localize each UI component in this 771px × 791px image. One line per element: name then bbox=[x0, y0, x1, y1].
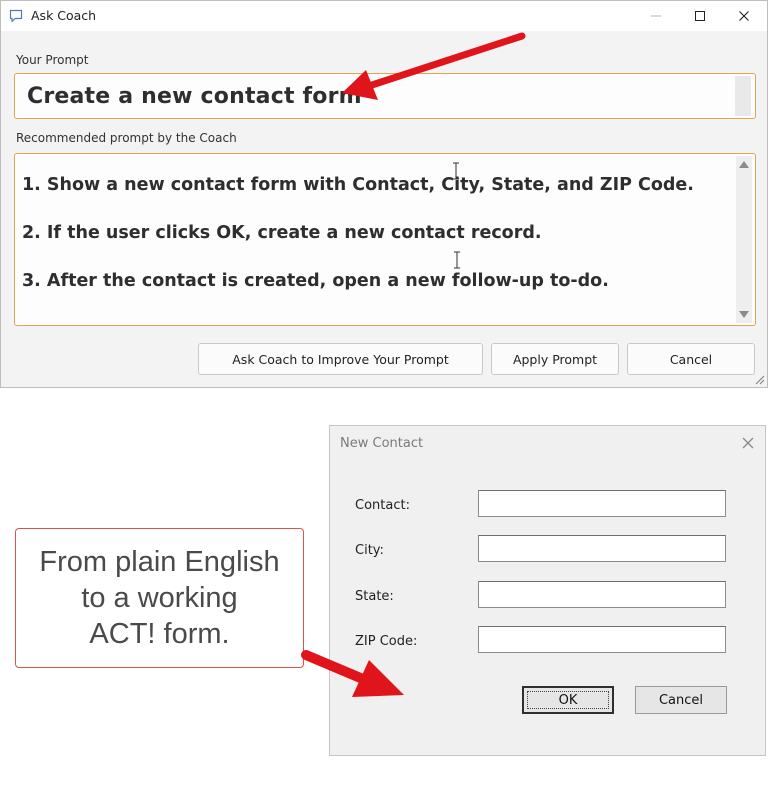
contact-input[interactable] bbox=[478, 490, 726, 517]
state-input[interactable] bbox=[478, 581, 726, 608]
apply-prompt-button[interactable]: Apply Prompt bbox=[491, 343, 619, 375]
callout-text: From plain English to a working ACT! for… bbox=[39, 546, 280, 650]
callout-box: From plain English to a working ACT! for… bbox=[15, 528, 304, 668]
recommended-line-3: 3. After the contact is created, open a … bbox=[22, 271, 609, 291]
city-label: City: bbox=[355, 543, 384, 558]
maximize-icon bbox=[695, 11, 705, 21]
recommended-scrollbar[interactable] bbox=[736, 156, 752, 323]
recommended-line-1: 1. Show a new contact form with Contact,… bbox=[22, 175, 694, 195]
window-title: Ask Coach bbox=[31, 8, 97, 23]
ask-coach-improve-button[interactable]: Ask Coach to Improve Your Prompt bbox=[198, 343, 483, 375]
focus-ring bbox=[527, 691, 609, 709]
close-button[interactable] bbox=[721, 1, 767, 31]
close-icon bbox=[739, 11, 749, 21]
cancel-button[interactable]: Cancel bbox=[627, 343, 755, 375]
scroll-up-icon[interactable] bbox=[739, 161, 749, 168]
chat-bubble-icon bbox=[9, 9, 23, 23]
recommended-prompt-label: Recommended prompt by the Coach bbox=[16, 131, 237, 145]
zip-code-input[interactable] bbox=[478, 626, 726, 653]
your-prompt-value: Create a new contact form bbox=[27, 84, 362, 109]
text-cursor-icon bbox=[454, 251, 460, 269]
dialog-cancel-label: Cancel bbox=[658, 692, 704, 708]
scroll-down-icon[interactable] bbox=[739, 311, 749, 318]
text-cursor-icon bbox=[453, 162, 459, 180]
contact-label: Contact: bbox=[355, 498, 410, 513]
state-label: State: bbox=[355, 589, 394, 604]
city-input[interactable] bbox=[478, 535, 726, 562]
minimize-button[interactable] bbox=[633, 1, 679, 31]
dialog-cancel-button[interactable]: Cancel bbox=[635, 686, 727, 714]
your-prompt-input[interactable]: Create a new contact form bbox=[14, 73, 756, 119]
title-bar[interactable]: Ask Coach bbox=[1, 1, 767, 31]
close-icon[interactable] bbox=[741, 436, 755, 450]
your-prompt-label: Your Prompt bbox=[16, 53, 89, 67]
ask-coach-window: Ask Coach Your Prompt Create a new conta… bbox=[0, 0, 768, 388]
dialog-title: New Contact bbox=[340, 436, 424, 451]
resize-grip-icon[interactable] bbox=[753, 373, 765, 385]
new-contact-dialog: New Contact Contact: City: State: ZIP Co… bbox=[329, 425, 766, 756]
ok-button[interactable]: OK bbox=[522, 686, 614, 714]
zip-code-label: ZIP Code: bbox=[355, 634, 418, 649]
minimize-icon bbox=[651, 15, 661, 17]
prompt-scrollbar[interactable] bbox=[735, 76, 751, 116]
recommended-line-2: 2. If the user clicks OK, create a new c… bbox=[22, 223, 542, 243]
maximize-button[interactable] bbox=[677, 1, 723, 31]
recommended-prompt-textarea[interactable]: 1. Show a new contact form with Contact,… bbox=[14, 153, 756, 326]
